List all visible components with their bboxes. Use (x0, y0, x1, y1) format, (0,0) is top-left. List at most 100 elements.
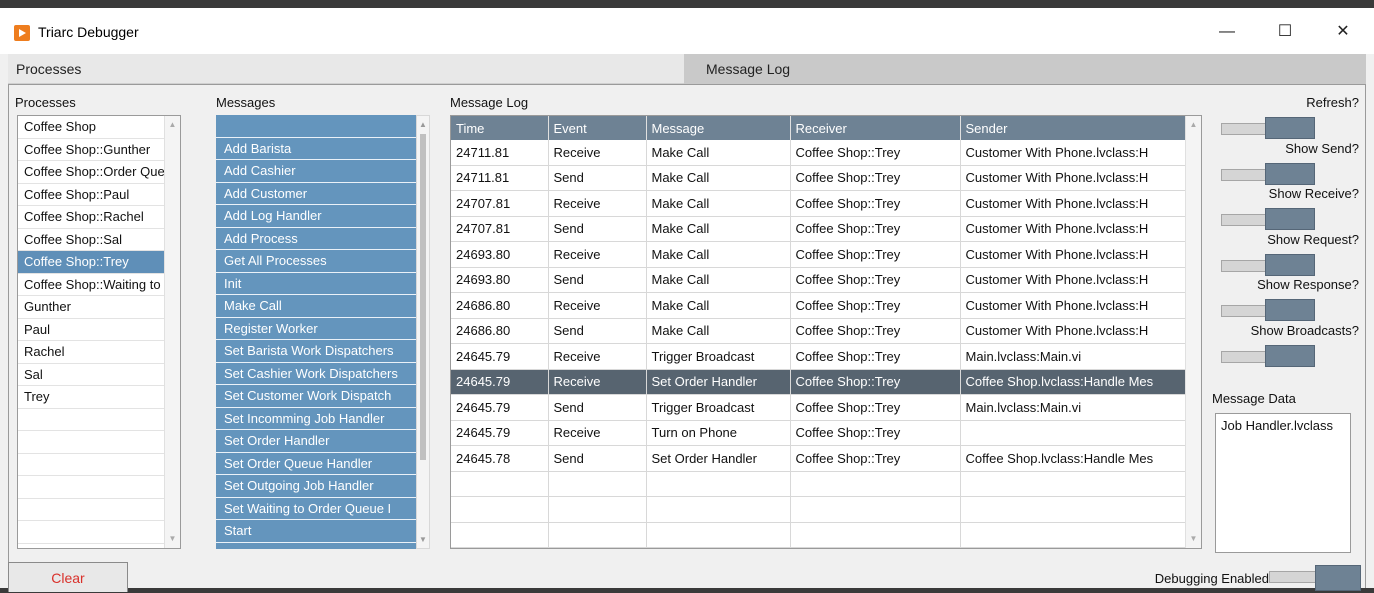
message-log-table[interactable]: Time Event Message Receiver Sender 24711.81 R… (450, 115, 1202, 549)
message-log-scrollbar[interactable]: ▲ ▼ (1185, 116, 1201, 548)
list-item[interactable] (18, 409, 180, 431)
table-row[interactable] (451, 496, 1188, 523)
list-item[interactable]: Coffee Shop::Sal (18, 229, 180, 251)
table-row[interactable]: 24711.81 Receive Make Call Coffee Shop::Tre… (451, 140, 1188, 166)
message-item[interactable]: Register Worker (216, 318, 416, 340)
list-item[interactable]: Coffee Shop::Waiting to (18, 274, 180, 296)
list-item[interactable] (18, 521, 180, 544)
messages-scrollbar[interactable]: ▲ ▼ (416, 115, 430, 549)
scroll-down-icon[interactable]: ▼ (168, 534, 177, 544)
messages-list[interactable]: Add Barista Add Cashier Add Customer Add Lo… (216, 115, 416, 549)
message-data-box[interactable]: Job Handler.lvclass (1215, 413, 1351, 553)
scroll-up-icon[interactable]: ▲ (168, 120, 177, 130)
table-row[interactable]: 24693.80 Send Make Call Coffee Shop::Trey Cu… (451, 267, 1188, 293)
message-data-label: Message Data (1212, 391, 1296, 406)
show-send-toggle[interactable] (1221, 162, 1315, 185)
message-item[interactable]: Set Cashier Work Dispatchers (216, 363, 416, 385)
table-row[interactable]: 24645.79 Receive Turn on Phone Coffee Shop:… (451, 420, 1188, 446)
table-row[interactable]: 24645.78 Send Set Order Handler Coffee Shop… (451, 445, 1188, 472)
table-row[interactable]: 24707.81 Send Make Call Coffee Shop::Trey Cu… (451, 216, 1188, 242)
tab-message-log[interactable]: Message Log (684, 54, 1366, 84)
toggle-knob[interactable] (1265, 162, 1315, 185)
list-item[interactable] (18, 476, 180, 499)
list-item[interactable] (18, 431, 180, 454)
table-row[interactable]: 24707.81 Receive Make Call Coffee Shop::Tre… (451, 190, 1188, 217)
list-item[interactable]: Paul (18, 319, 180, 341)
message-item[interactable]: Add Process (216, 228, 416, 250)
message-item[interactable]: Set Customer Work Dispatch (216, 385, 416, 408)
message-item[interactable]: Set Waiting to Order Queue I (216, 498, 416, 520)
table-cell: 24645.79 (451, 420, 549, 446)
message-item[interactable]: Init (216, 273, 416, 295)
minimize-button[interactable]: — (1204, 18, 1250, 46)
show-response-toggle[interactable] (1221, 299, 1315, 321)
message-item[interactable]: Set Order Queue Handler (216, 453, 416, 475)
refresh-toggle[interactable] (1221, 117, 1315, 139)
list-item[interactable]: Coffee Shop::Trey (18, 251, 180, 274)
processes-list[interactable]: Coffee Shop Coffee Shop::Gunther Coffee Sh… (17, 115, 181, 549)
close-button[interactable]: ✕ (1320, 18, 1366, 46)
table-cell: Coffee Shop::Trey (790, 445, 961, 472)
list-item[interactable] (18, 499, 180, 521)
table-cell: Coffee Shop::Trey (790, 241, 961, 268)
table-row[interactable]: 24645.79 Receive Set Order Handler Coffee S… (451, 369, 1188, 395)
scroll-down-icon[interactable]: ▼ (1189, 534, 1198, 544)
table-cell (790, 496, 961, 523)
list-item[interactable]: Coffee Shop::Order Que (18, 161, 180, 184)
toggle-knob[interactable] (1265, 299, 1315, 321)
list-item[interactable]: Trey (18, 386, 180, 409)
scroll-down-icon[interactable]: ▼ (419, 535, 427, 544)
list-item[interactable]: Rachel (18, 341, 180, 364)
message-item[interactable]: Add Customer (216, 183, 416, 205)
table-row[interactable] (451, 522, 1188, 548)
message-item[interactable]: Add Cashier (216, 160, 416, 183)
list-item[interactable]: Coffee Shop::Gunther (18, 139, 180, 161)
message-item[interactable]: Set Incomming Job Handler (216, 408, 416, 430)
tab-processes[interactable]: Processes (8, 54, 684, 84)
column-header[interactable]: Sender (960, 116, 1188, 140)
list-item[interactable]: Coffee Shop::Paul (18, 184, 180, 206)
table-cell: Make Call (646, 165, 791, 191)
table-row[interactable]: 24645.79 Receive Trigger Broadcast Coffee S… (451, 343, 1188, 370)
list-item[interactable] (18, 454, 180, 476)
list-item[interactable]: Coffee Shop::Rachel (18, 206, 180, 229)
list-item[interactable]: Gunther (18, 296, 180, 319)
scroll-up-icon[interactable]: ▲ (1189, 120, 1198, 130)
message-item[interactable]: Set Barista Work Dispatchers (216, 340, 416, 363)
table-row[interactable] (451, 547, 1188, 548)
list-item[interactable]: Sal (18, 364, 180, 386)
maximize-button[interactable]: ☐ (1262, 18, 1308, 46)
message-item[interactable]: Get All Processes (216, 250, 416, 273)
table-row[interactable] (451, 471, 1188, 497)
scroll-up-icon[interactable]: ▲ (419, 120, 427, 129)
message-item[interactable]: Start (216, 520, 416, 543)
table-row[interactable]: 24693.80 Receive Make Call Coffee Shop::Tre… (451, 241, 1188, 268)
toggle-knob[interactable] (1265, 253, 1315, 276)
toggle-knob[interactable] (1265, 344, 1315, 367)
scroll-thumb[interactable] (420, 134, 426, 460)
message-item[interactable] (216, 115, 416, 138)
table-row[interactable]: 24711.81 Send Make Call Coffee Shop::Trey Cu… (451, 165, 1188, 191)
debugging-enabled-toggle[interactable] (1269, 565, 1361, 591)
table-row[interactable]: 24686.80 Receive Make Call Coffee Shop::Tre… (451, 292, 1188, 319)
show-receive-toggle[interactable] (1221, 208, 1315, 230)
column-header[interactable]: Message (646, 116, 791, 140)
message-item[interactable]: Add Barista (216, 138, 416, 160)
column-header[interactable]: Receiver (790, 116, 961, 140)
list-item[interactable]: Coffee Shop (18, 116, 180, 139)
toggle-knob[interactable] (1265, 117, 1315, 139)
message-item[interactable]: Add Log Handler (216, 205, 416, 228)
processes-scrollbar[interactable]: ▲ ▼ (164, 116, 180, 548)
toggle-knob[interactable] (1265, 208, 1315, 230)
show-request-toggle[interactable] (1221, 253, 1315, 276)
message-item[interactable]: Make Call (216, 295, 416, 318)
column-header[interactable]: Event (548, 116, 647, 140)
toggle-track (1221, 259, 1267, 272)
message-item[interactable]: Set Order Handler (216, 430, 416, 453)
message-item[interactable]: Set Outgoing Job Handler (216, 475, 416, 498)
table-row[interactable]: 24645.79 Send Trigger Broadcast Coffee Shop… (451, 394, 1188, 421)
column-header[interactable]: Time (451, 116, 549, 140)
table-row[interactable]: 24686.80 Send Make Call Coffee Shop::Trey Cu… (451, 318, 1188, 344)
show-broadcasts-toggle[interactable] (1221, 344, 1315, 367)
toggle-knob[interactable] (1315, 565, 1361, 591)
